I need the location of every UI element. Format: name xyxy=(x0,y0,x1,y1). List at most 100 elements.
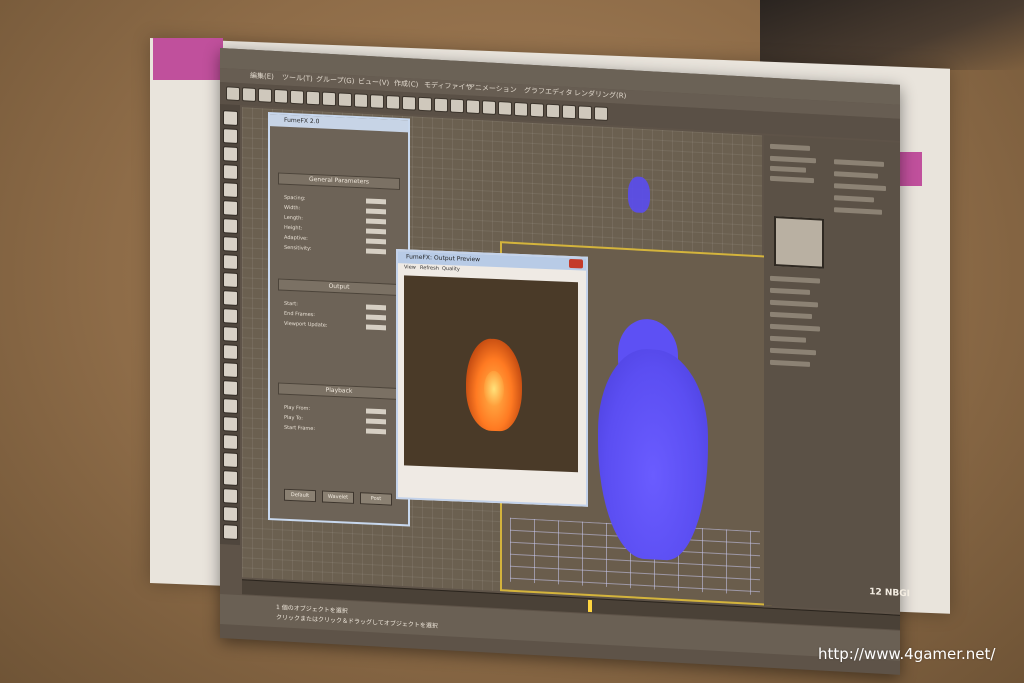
link-tool-icon[interactable] xyxy=(242,87,256,102)
tool-icon[interactable] xyxy=(223,110,238,126)
menu-item[interactable]: 作成(C) xyxy=(394,78,418,89)
tool-icon[interactable] xyxy=(223,218,238,234)
tool-icon[interactable] xyxy=(223,452,238,468)
tool-icon[interactable] xyxy=(223,182,238,198)
snap-icon[interactable] xyxy=(434,97,448,113)
filter-tool-icon[interactable] xyxy=(290,89,304,105)
section-header[interactable]: Playback xyxy=(278,382,400,400)
menu-item[interactable]: ビュー(V) xyxy=(358,76,389,88)
region-select-icon[interactable] xyxy=(338,92,352,108)
panel-row[interactable] xyxy=(770,299,818,308)
tool-icon[interactable] xyxy=(223,200,238,216)
close-icon[interactable] xyxy=(569,258,583,269)
menu-item[interactable]: グラフエディタ xyxy=(524,85,573,98)
default-button[interactable]: Default xyxy=(284,488,316,503)
preview-menu-item[interactable]: Refresh xyxy=(420,265,439,272)
panel-row[interactable] xyxy=(770,323,820,332)
tool-icon[interactable] xyxy=(223,488,238,504)
tool-icon[interactable] xyxy=(223,470,238,486)
align-icon[interactable] xyxy=(498,101,512,116)
start-frame-field[interactable] xyxy=(366,428,386,435)
percent-snap-icon[interactable] xyxy=(466,99,480,115)
tool-icon[interactable] xyxy=(223,308,238,324)
tool-icon[interactable] xyxy=(223,326,238,342)
select-by-name-icon[interactable] xyxy=(322,91,336,107)
panel-row[interactable] xyxy=(834,183,886,192)
render-icon[interactable] xyxy=(594,106,608,122)
tool-icon[interactable] xyxy=(223,344,238,360)
play-from-field[interactable] xyxy=(366,408,386,415)
panel-row[interactable] xyxy=(770,165,806,173)
panel-row[interactable] xyxy=(834,207,882,215)
panel-row[interactable] xyxy=(770,275,820,284)
tool-icon[interactable] xyxy=(223,236,238,252)
menu-item[interactable]: グループ(G) xyxy=(316,74,354,86)
panel-row[interactable] xyxy=(770,175,814,184)
material-editor-icon[interactable] xyxy=(562,104,576,120)
panel-row[interactable] xyxy=(770,335,806,343)
tool-icon[interactable] xyxy=(223,434,238,450)
height-field[interactable] xyxy=(366,228,386,235)
tool-icon[interactable] xyxy=(223,272,238,288)
tool-icon[interactable] xyxy=(223,128,238,144)
panel-row[interactable] xyxy=(770,311,812,320)
reference-coord-icon[interactable] xyxy=(402,95,416,111)
width-field[interactable] xyxy=(366,208,386,215)
unlink-tool-icon[interactable] xyxy=(258,88,272,103)
sensitivity-field[interactable] xyxy=(366,248,386,255)
preview-menu-item[interactable]: View xyxy=(404,264,416,270)
button-label: Default xyxy=(290,492,310,499)
rotate-tool-icon[interactable] xyxy=(370,94,384,109)
pivot-icon[interactable] xyxy=(418,96,432,112)
panel-row[interactable] xyxy=(770,155,816,164)
section-header[interactable]: General Parameters xyxy=(278,172,400,190)
tool-icon[interactable] xyxy=(223,380,238,396)
length-field[interactable] xyxy=(366,218,386,225)
tool-icon[interactable] xyxy=(223,524,238,540)
curve-editor-icon[interactable] xyxy=(530,102,544,118)
tool-icon[interactable] xyxy=(223,290,238,306)
angle-snap-icon[interactable] xyxy=(450,98,464,114)
tool-icon[interactable] xyxy=(223,164,238,180)
material-swatch[interactable] xyxy=(774,216,824,269)
post-button[interactable]: Post xyxy=(360,492,392,506)
panel-row[interactable] xyxy=(834,195,874,203)
tool-icon[interactable] xyxy=(223,506,238,522)
menu-item[interactable]: モディファイヤ xyxy=(424,80,472,93)
viewport-update-field[interactable] xyxy=(366,324,386,331)
menu-item[interactable]: アニメーション xyxy=(468,82,517,95)
panel-row[interactable] xyxy=(834,171,878,179)
wavelet-button[interactable]: Wavelet xyxy=(322,490,354,504)
select-tool-icon[interactable] xyxy=(226,86,240,102)
tool-icon[interactable] xyxy=(223,146,238,162)
panel-tab[interactable] xyxy=(770,143,810,151)
panel-row[interactable] xyxy=(770,347,816,356)
menu-item[interactable]: レンダリング(R) xyxy=(574,88,626,101)
spacing-field[interactable] xyxy=(366,198,386,205)
mirror-icon[interactable] xyxy=(482,100,496,115)
preview-menu-item[interactable]: Quality xyxy=(442,266,460,273)
panel-row[interactable] xyxy=(770,359,810,367)
layer-icon[interactable] xyxy=(514,101,528,117)
bind-tool-icon[interactable] xyxy=(274,88,288,104)
move-tool-icon[interactable] xyxy=(354,93,368,109)
menu-item[interactable]: 編集(E) xyxy=(250,71,274,82)
tool-icon[interactable] xyxy=(223,416,238,432)
start-field[interactable] xyxy=(366,304,386,311)
play-to-field[interactable] xyxy=(366,418,386,425)
select-object-icon[interactable] xyxy=(306,90,320,106)
panel-row[interactable] xyxy=(834,159,884,167)
adaptive-field[interactable] xyxy=(366,238,386,245)
fumefx-titlebar[interactable]: FumeFX 2.0 xyxy=(270,114,408,133)
section-header[interactable]: Output xyxy=(278,278,400,296)
render-setup-icon[interactable] xyxy=(578,105,592,121)
panel-row[interactable] xyxy=(770,287,810,295)
tool-icon[interactable] xyxy=(223,362,238,378)
scale-tool-icon[interactable] xyxy=(386,94,400,110)
tool-icon[interactable] xyxy=(223,254,238,270)
end-frames-field[interactable] xyxy=(366,314,386,321)
tool-icon[interactable] xyxy=(223,398,238,414)
time-slider[interactable] xyxy=(588,599,592,613)
schematic-icon[interactable] xyxy=(546,103,560,119)
menu-item[interactable]: ツール(T) xyxy=(282,72,313,84)
